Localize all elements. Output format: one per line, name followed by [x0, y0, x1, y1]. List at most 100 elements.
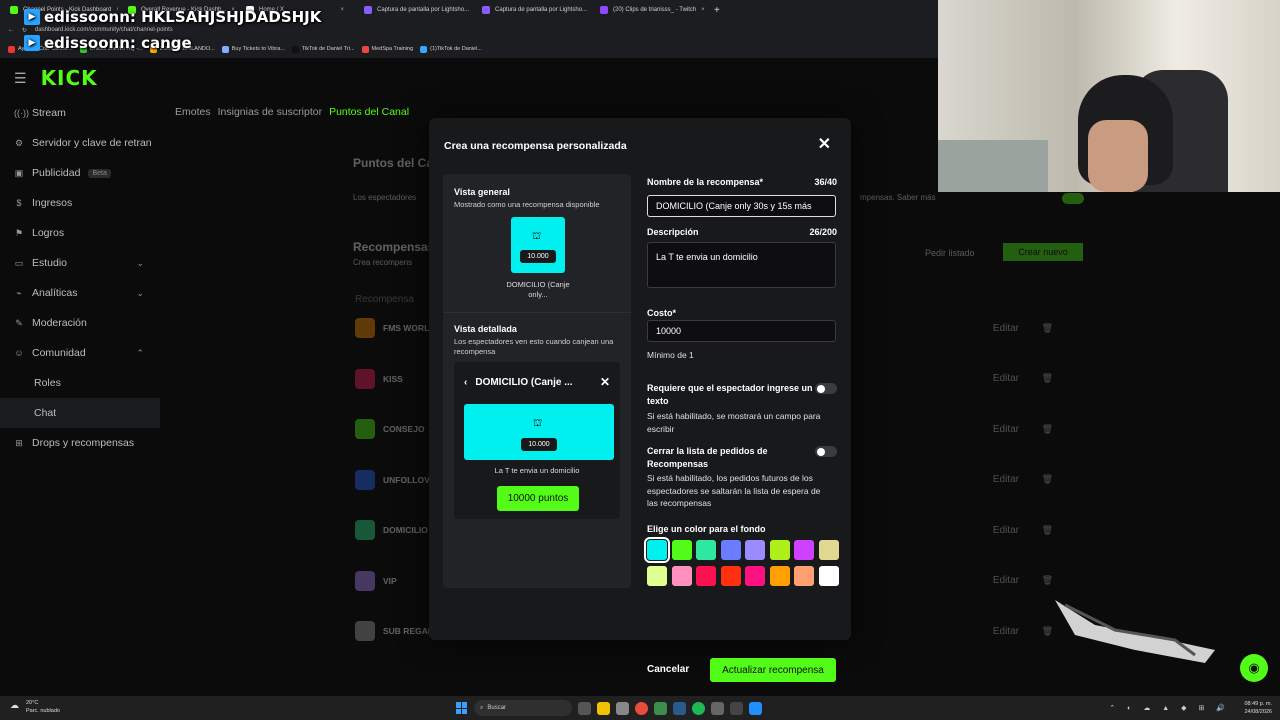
browser-tab[interactable]: Captura de pantalla por Lightsho...×: [354, 0, 472, 20]
require-text-toggle[interactable]: [815, 383, 837, 394]
trash-icon: 🗑: [1041, 373, 1053, 383]
bookmark-item[interactable]: MedSpa Training: [361, 45, 413, 53]
color-label: Elige un color para el fondo: [647, 524, 766, 534]
color-swatch[interactable]: [671, 566, 692, 586]
support-chat-icon[interactable]: ◉: [1240, 654, 1268, 682]
tab-label: Captura de pantalla por Lightsho...: [495, 7, 588, 13]
edit-button: Editar: [992, 322, 1019, 334]
task-view-icon[interactable]: [578, 701, 591, 715]
chevron-icon[interactable]: ⌄: [136, 258, 144, 269]
weather-desc: Parc. nublado: [26, 708, 60, 714]
color-swatch[interactable]: [720, 566, 741, 586]
reward-color-icon: [355, 469, 375, 490]
close-icon[interactable]: ✕: [818, 134, 831, 154]
color-swatch[interactable]: [644, 537, 670, 563]
steam-icon[interactable]: [673, 701, 686, 715]
sidebar-item-servidor[interactable]: ⚙ Servidor y clave de retran: [0, 128, 160, 158]
chevron-icon[interactable]: ⌃: [136, 348, 144, 359]
color-swatch[interactable]: [745, 566, 765, 586]
sidebar-item-estudio[interactable]: ▭ Estudio ⌄: [0, 248, 160, 278]
windows-taskbar: ☁ 20°C Parc. nublado ⌕ Buscar ⌃ ◐ ☁ ▲ ◆ …: [0, 696, 1280, 720]
rewards-sub: Crea recompens: [353, 258, 413, 267]
color-swatch[interactable]: [818, 540, 839, 560]
cost-input[interactable]: 10000: [647, 320, 836, 342]
edit-button: Editar: [992, 575, 1019, 586]
trophy-icon: ⚑: [14, 227, 24, 238]
column-header: Recompensa: [355, 294, 414, 305]
tab-emotes[interactable]: Emotes: [175, 106, 211, 118]
menu-icon[interactable]: ☰: [14, 70, 27, 87]
tab-close-icon[interactable]: ×: [701, 7, 705, 13]
tab-favicon-icon: [364, 6, 372, 14]
sidebar-item-analíticas[interactable]: ⌁ Analíticas ⌄: [0, 278, 160, 308]
color-swatch[interactable]: [720, 540, 741, 560]
points-toggle: [1062, 193, 1084, 204]
sidebar-item-label: Logros: [32, 227, 65, 239]
color-swatch[interactable]: [696, 540, 716, 560]
trash-icon: 🗑: [1041, 423, 1053, 434]
file-explorer-icon[interactable]: [597, 701, 610, 715]
color-swatch[interactable]: [647, 566, 667, 586]
taskbar-search[interactable]: ⌕ Buscar: [474, 700, 572, 716]
color-swatch[interactable]: [769, 540, 790, 560]
color-swatch[interactable]: [794, 540, 814, 560]
app-icon[interactable]: [616, 701, 629, 715]
app-icon[interactable]: [711, 701, 724, 715]
kick-logo[interactable]: KICK: [41, 66, 98, 90]
dollar-icon: $: [16, 198, 22, 208]
url-text[interactable]: dashboard.kick.com/community/chat/channe…: [35, 27, 173, 33]
require-text-help: Si está habilitado, se mostrará un campo…: [647, 411, 821, 434]
bookmark-item[interactable]: TikTok de Daniel Tri...: [291, 45, 355, 53]
sidebar-item-label: Ingresos: [32, 197, 73, 209]
bookmark-item[interactable]: (1)TikTok de Daniel...: [420, 45, 482, 53]
reward-name-input[interactable]: DOMICILIO (Canje only 30s y 15s más: [647, 195, 836, 217]
sidebar-item-drops[interactable]: ⊞ Drops y recompensas: [0, 428, 160, 458]
sidebar-item-chat[interactable]: Chat: [0, 398, 160, 428]
app-icon[interactable]: [730, 701, 743, 715]
update-reward-button[interactable]: Actualizar recompensa: [710, 658, 836, 682]
studio-icon: ▭: [14, 257, 24, 268]
color-swatch[interactable]: [794, 566, 814, 586]
app-icon[interactable]: [749, 701, 762, 715]
reward-tile-preview: ⛫ 10.000: [511, 217, 565, 273]
sidebar-item-publicidad[interactable]: ▣ Publicidad Beta: [0, 158, 160, 188]
chest-icon: ⛫: [533, 418, 543, 429]
new-tab-button[interactable]: +: [708, 5, 726, 16]
detail-card: ‹ DOMICILIO (Canje ... ✕ ⛫ 10.000 La T t…: [454, 362, 620, 519]
tab-channel-points[interactable]: Puntos del Canal: [329, 106, 409, 118]
back-icon[interactable]: ←: [8, 27, 14, 33]
spotify-icon[interactable]: [692, 701, 705, 715]
bookmark-icon: [420, 45, 428, 53]
browser-tab[interactable]: (20) Clips de trianisss_ - Twitch ×: [590, 0, 708, 20]
create-reward-modal: Crea una recompensa personalizada ✕ Vist…: [429, 118, 851, 682]
search-label: Buscar: [487, 705, 507, 711]
tab-subscriber-badges[interactable]: Insignias de suscriptor: [218, 106, 322, 118]
sidebar-item-comunidad[interactable]: ☺ Comunidad ⌃: [0, 338, 160, 368]
color-swatch[interactable]: [769, 566, 790, 586]
edit-button: Editar: [992, 423, 1019, 435]
sidebar-item-label: Publicidad: [32, 167, 81, 179]
sidebar-item-roles[interactable]: Roles: [0, 368, 160, 398]
color-swatch[interactable]: [745, 540, 765, 560]
color-swatch[interactable]: [818, 566, 839, 586]
app-icon[interactable]: [654, 701, 667, 715]
color-swatch[interactable]: [671, 540, 692, 560]
color-swatch[interactable]: [696, 566, 716, 586]
cancel-button[interactable]: Cancelar: [647, 664, 689, 675]
skip-queue-toggle[interactable]: [815, 446, 837, 457]
tab-close-icon[interactable]: ×: [340, 7, 344, 13]
clock[interactable]: 08:49 p. m. 24/08/2026: [1244, 700, 1272, 716]
sidebar-item-ingresos[interactable]: $ Ingresos: [0, 188, 160, 218]
browser-tab[interactable]: Captura de pantalla por Lightsho...×: [472, 0, 590, 20]
sidebar-item-moderación[interactable]: ✎ Moderación: [0, 308, 160, 338]
system-tray-icons[interactable]: ⌃ ◐ ☁ ▲ ◆ ⊞ 🔊: [1109, 704, 1230, 712]
sidebar-item-stream[interactable]: ((·)) Stream: [0, 98, 160, 128]
chrome-icon[interactable]: [635, 701, 648, 715]
chevron-icon[interactable]: ⌄: [136, 288, 144, 299]
sidebar-item-logros[interactable]: ⚑ Logros: [0, 218, 160, 248]
reload-icon[interactable]: ↻: [22, 27, 27, 34]
windows-start-icon[interactable]: [456, 702, 468, 714]
bookmark-item[interactable]: Buy Tickets to Vibra...: [221, 45, 285, 53]
description-textarea[interactable]: La T te envia un domicilio: [647, 242, 836, 288]
weather-widget[interactable]: ☁ 20°C Parc. nublado: [10, 699, 60, 715]
